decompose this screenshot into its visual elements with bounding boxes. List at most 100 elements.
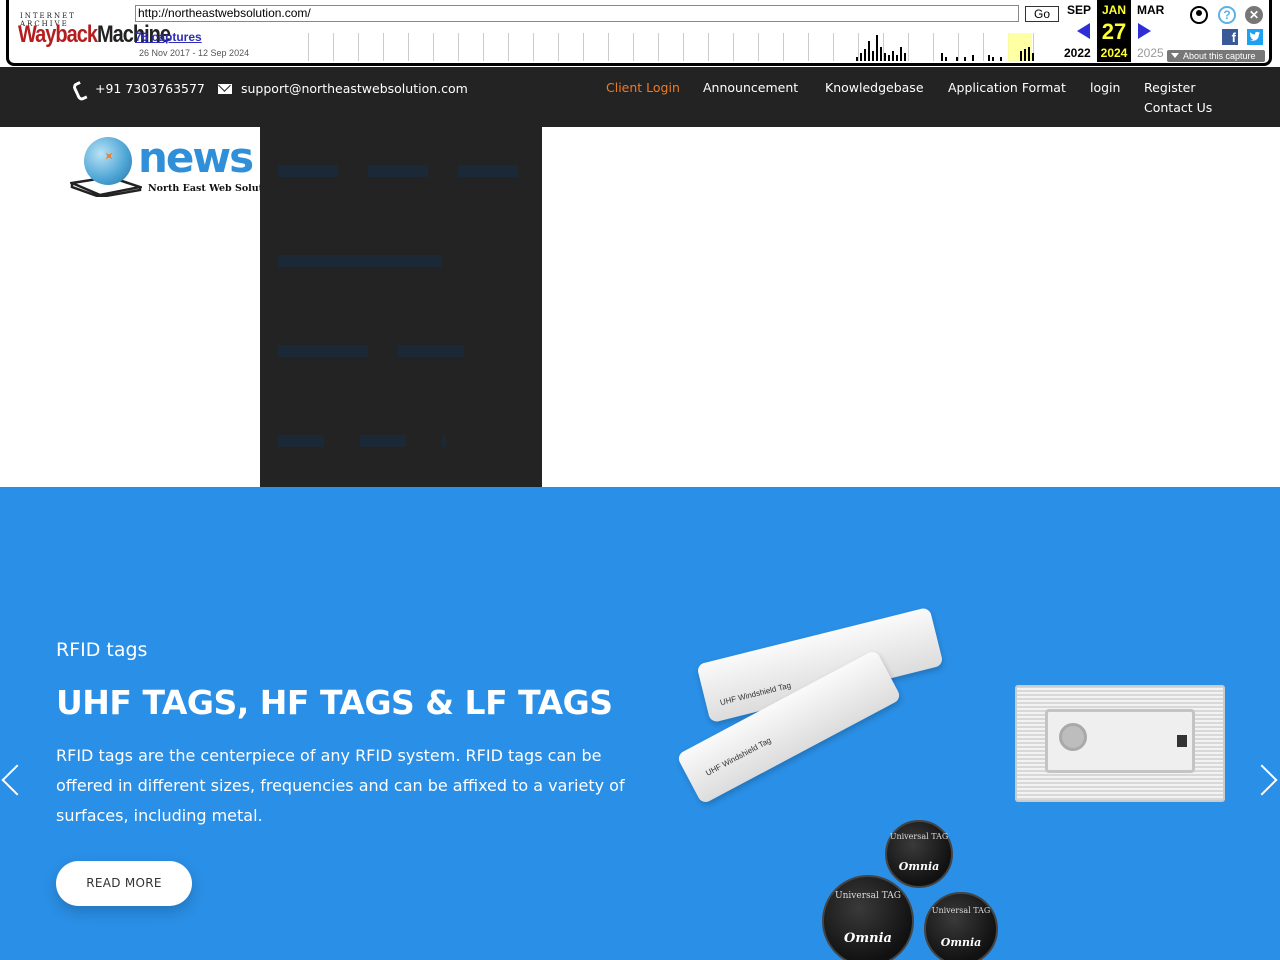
sparkline-year-divider	[933, 33, 934, 61]
wayback-next-arrow-icon[interactable]	[1138, 23, 1151, 39]
disc-tag-label: Universal TAG	[835, 891, 901, 901]
menu-item-row-1[interactable]	[278, 165, 522, 177]
sparkline-year-divider	[333, 33, 334, 61]
menu-item-row-4[interactable]	[278, 435, 446, 447]
sparkline-capture-bar	[880, 47, 882, 61]
logo-brand: news	[138, 133, 254, 182]
wayback-prev-year[interactable]: 2022	[1064, 46, 1091, 60]
site-logo[interactable]: news North East Web Solution	[68, 133, 280, 205]
sparkline-year-divider	[658, 33, 659, 61]
wayback-url-input[interactable]: http://northeastwebsolution.com/	[135, 5, 1019, 22]
disc-tag-image: Universal TAG Omnia	[885, 820, 953, 888]
wayback-next-year[interactable]: 2025	[1137, 46, 1164, 60]
sparkline-year-divider	[383, 33, 384, 61]
sparkline-year-divider	[733, 33, 734, 61]
disc-tag-label: Universal TAG	[931, 906, 991, 915]
sparkline-year-divider	[458, 33, 459, 61]
mega-menu-dropdown	[260, 127, 542, 487]
sparkline-year-divider	[783, 33, 784, 61]
wayback-calendar-nav: SEP 2022 JAN 27 2024 MAR 2025	[1062, 0, 1172, 62]
nav-announcement[interactable]: Announcement	[703, 80, 798, 95]
disc-tag-brand: Omnia	[940, 936, 982, 949]
nav-application-format[interactable]: Application Format	[948, 80, 1066, 95]
disc-tag-label: Universal TAG	[889, 832, 949, 841]
sparkline-capture-bar	[972, 55, 974, 61]
sparkline-year-divider	[483, 33, 484, 61]
hero-description: RFID tags are the centerpiece of any RFI…	[56, 746, 625, 825]
disc-tag-brand: Omnia	[844, 931, 892, 946]
facebook-icon[interactable]: f	[1222, 29, 1238, 45]
sparkline-year-divider	[308, 33, 309, 61]
sparkline-capture-bar	[945, 57, 947, 61]
disc-tag-brand: Omnia	[898, 860, 940, 873]
sparkline-capture-bar	[892, 51, 894, 61]
user-icon[interactable]	[1190, 6, 1208, 24]
sparkline-capture-bar	[860, 53, 862, 61]
sparkline-capture-bar	[1032, 53, 1034, 61]
wayback-prev-month[interactable]: SEP	[1067, 3, 1091, 17]
wayback-current-date: JAN 27 2024	[1097, 0, 1131, 62]
wayback-capture-sparkline[interactable]	[308, 33, 1058, 61]
nav-knowledgebase[interactable]: Knowledgebase	[825, 80, 924, 95]
sparkline-capture-bar	[868, 41, 870, 61]
sparkline-year-divider	[608, 33, 609, 61]
read-more-button[interactable]: READ MORE	[56, 861, 192, 906]
rfid-inlay-image	[1015, 685, 1225, 802]
sparkline-capture-bar	[956, 57, 958, 61]
sparkline-year-divider	[833, 33, 834, 61]
sparkline-capture-bar	[900, 47, 902, 61]
wayback-logo-word1: Wayback	[18, 21, 98, 49]
sparkline-year-divider	[858, 33, 859, 61]
menu-item-row-3[interactable]	[278, 345, 464, 357]
sparkline-year-divider	[633, 33, 634, 61]
help-icon[interactable]: ?	[1218, 6, 1236, 24]
sparkline-capture-bar	[1028, 47, 1030, 61]
slider-next-arrow-icon[interactable]	[1246, 764, 1278, 796]
phone-number[interactable]: +91 7303763577	[95, 81, 205, 96]
nav-contact-us[interactable]: Contact Us	[1144, 100, 1212, 115]
sparkline-year-divider	[683, 33, 684, 61]
sparkline-capture-bar	[904, 53, 906, 61]
email-address[interactable]: support@northeastwebsolution.com	[241, 81, 468, 96]
sparkline-capture-bar	[941, 53, 943, 61]
sparkline-capture-bar	[1020, 51, 1022, 61]
wayback-go-button[interactable]: Go	[1025, 6, 1059, 22]
sparkline-capture-bar	[876, 35, 878, 61]
inlay-chip	[1059, 723, 1087, 751]
inlay-die	[1177, 735, 1187, 747]
sparkline-year-divider	[533, 33, 534, 61]
sparkline-capture-bar	[992, 57, 994, 61]
sparkline-capture-bar	[888, 55, 890, 61]
phone-icon	[74, 82, 86, 95]
close-icon[interactable]: ✕	[1245, 6, 1263, 24]
sparkline-capture-bar	[1024, 49, 1026, 61]
email-contact[interactable]: support@northeastwebsolution.com	[218, 81, 468, 96]
nav-register[interactable]: Register	[1144, 80, 1195, 95]
sparkline-capture-bar	[872, 51, 874, 61]
nav-login[interactable]: login	[1090, 80, 1120, 95]
phone-contact[interactable]: +91 7303763577	[74, 81, 205, 96]
wayback-toolbar: INTERNET ARCHIVE WaybackMachine http://n…	[0, 0, 1280, 68]
wayback-next-month[interactable]: MAR	[1137, 3, 1164, 17]
nav-client-login[interactable]: Client Login	[606, 80, 680, 95]
wayback-captures-link[interactable]: 76 captures	[135, 30, 202, 44]
wayback-current-day: 27	[1101, 19, 1127, 44]
globe-icon	[84, 137, 132, 185]
about-capture-button[interactable]: About this capture	[1167, 50, 1265, 62]
sparkline-capture-bar	[1000, 57, 1002, 61]
hero-kicker: RFID tags	[56, 639, 148, 661]
wayback-current-year: 2024	[1100, 46, 1128, 60]
menu-item-row-2[interactable]	[278, 255, 442, 267]
hero-slider: RFID tags UHF TAGS, HF TAGS & LF TAGS RF…	[0, 487, 1280, 960]
sparkline-capture-bar	[856, 57, 858, 61]
twitter-icon[interactable]	[1247, 29, 1263, 45]
wayback-prev-arrow-icon[interactable]	[1077, 23, 1090, 39]
sparkline-year-divider	[808, 33, 809, 61]
slider-prev-arrow-icon[interactable]	[1, 764, 33, 796]
wayback-current-month: JAN	[1101, 3, 1126, 17]
sparkline-year-divider	[508, 33, 509, 61]
sparkline-year-divider	[708, 33, 709, 61]
wayback-logo[interactable]: INTERNET ARCHIVE WaybackMachine	[14, 6, 171, 52]
sparkline-year-divider	[758, 33, 759, 61]
sparkline-capture-bar	[884, 53, 886, 61]
